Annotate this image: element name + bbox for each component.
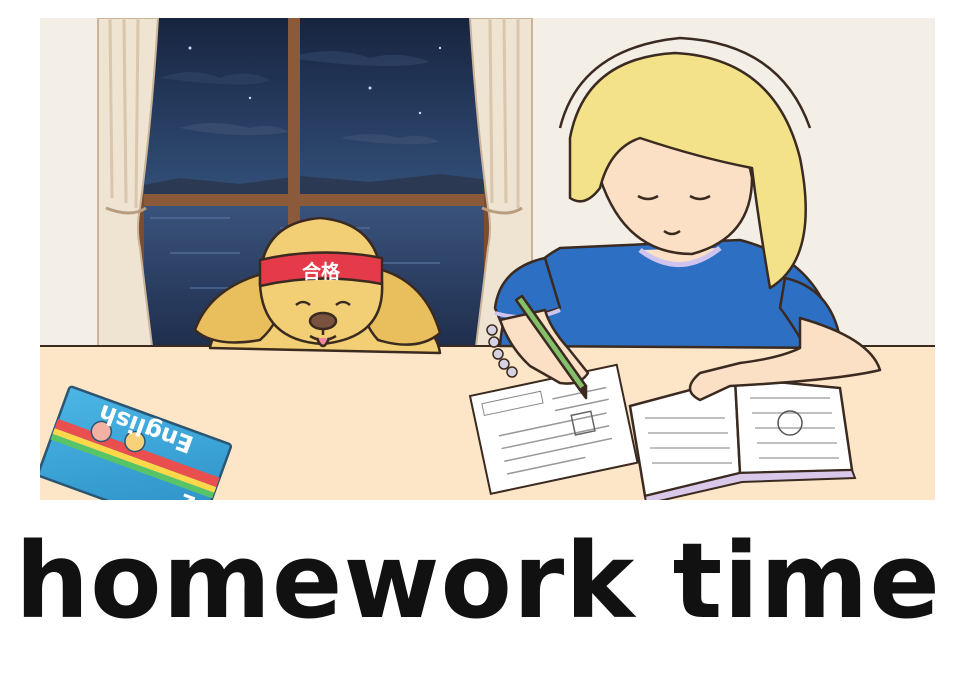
homework-illustration: 合格 English 2 <box>40 18 935 500</box>
page: 合格 English 2 <box>0 0 956 681</box>
illustration-canvas: 合格 English 2 <box>40 18 935 500</box>
headband-text: 合格 <box>302 260 341 283</box>
caption-text: homework time <box>15 520 941 642</box>
